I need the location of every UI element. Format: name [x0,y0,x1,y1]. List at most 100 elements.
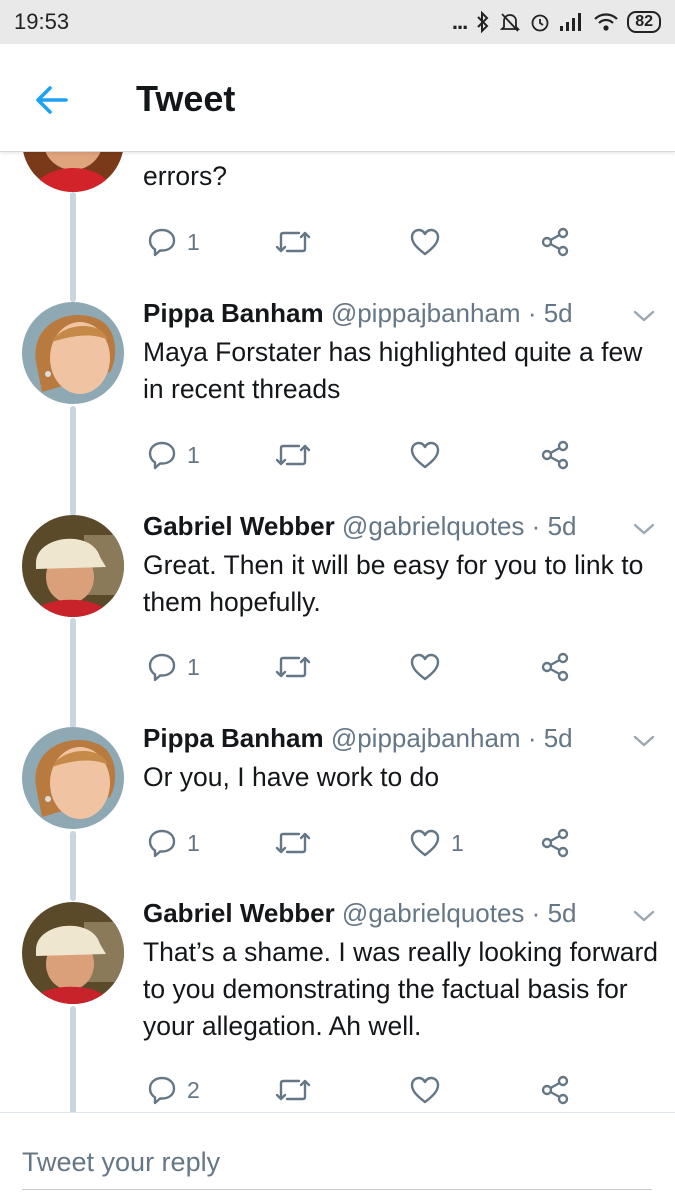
heart-icon [410,829,440,857]
retweet-action[interactable] [275,823,311,863]
like-action[interactable]: 1 [409,823,464,863]
reply-icon [148,1076,176,1105]
like-action[interactable] [409,435,451,475]
reply-icon [148,829,176,858]
like-action[interactable] [409,647,451,687]
status-icons: ... 82 [452,9,661,35]
tweet-actions: 1 1 [143,823,623,863]
reply-action[interactable]: 1 [147,222,200,262]
chevron-down-icon[interactable] [630,519,658,539]
author-name[interactable]: Gabriel Webber [143,511,335,541]
battery-indicator: 82 [627,11,661,33]
tweet-time: 5d [543,298,573,328]
reply-composer [0,1112,675,1200]
tweet-thread: errors? 1 Pippa Banham @pippajbanham · 5… [0,152,675,1112]
status-time: 19:53 [14,9,70,34]
page-title: Tweet [136,78,236,119]
author-name[interactable]: Gabriel Webber [143,898,335,928]
tweet-header: Pippa Banham @pippajbanham · 5d [143,298,573,329]
reply-count: 1 [187,441,200,468]
bell-off-icon [500,13,521,32]
reply-action[interactable]: 2 [147,1070,200,1110]
avatar[interactable] [22,902,124,1004]
chevron-down-icon[interactable] [630,731,658,751]
heart-icon [410,1076,440,1104]
thread-connector [70,1006,76,1112]
reply-action[interactable]: 1 [147,647,200,687]
author-name[interactable]: Pippa Banham [143,298,324,328]
separator-dot: · [531,898,541,928]
avatar[interactable] [22,152,124,192]
retweet-icon [275,656,311,678]
retweet-icon [275,1079,311,1101]
tweet-text: Great. Then it will be easy for you to l… [143,550,644,617]
avatar[interactable] [22,515,124,617]
separator-dot: · [527,723,537,753]
separator-dot: · [531,511,541,541]
status-bar: 19:53 ... 82 [0,0,675,44]
share-icon [541,227,569,257]
chevron-down-icon[interactable] [630,906,658,926]
tweet-header: Gabriel Webber @gabrielquotes · 5d [143,511,577,542]
tweet-text: That’s a shame. I was really looking for… [143,937,659,1041]
separator-dot: · [527,298,537,328]
reply-input[interactable] [22,1137,652,1187]
share-action[interactable] [539,222,571,262]
heart-icon [410,653,440,681]
heart-icon [410,228,440,256]
avatar[interactable] [22,302,124,404]
share-icon [541,440,569,470]
like-action[interactable] [409,1070,451,1110]
like-count: 1 [451,829,464,856]
author-handle[interactable]: @pippajbanham [331,723,521,753]
reply-action[interactable]: 1 [147,435,200,475]
author-handle[interactable]: @gabrielquotes [342,511,525,541]
reply-action[interactable]: 1 [147,823,200,863]
retweet-action[interactable] [275,222,311,262]
author-handle[interactable]: @pippajbanham [331,298,521,328]
tweet-actions: 1 [143,647,623,687]
tweet-time: 5d [543,723,573,753]
share-action[interactable] [539,647,571,687]
reply-icon [148,228,176,257]
share-icon [541,828,569,858]
avatar[interactable] [22,727,124,829]
share-action[interactable] [539,1070,571,1110]
tweet-header: Pippa Banham @pippajbanham · 5d [143,723,573,754]
reply-count: 1 [187,653,200,680]
more-notifications-indicator: ... [451,9,468,34]
chevron-down-icon[interactable] [630,306,658,326]
thread-connector [70,192,76,302]
thread-connector [70,618,76,728]
arrow-left-icon[interactable] [32,80,72,120]
share-icon [541,1075,569,1105]
retweet-action[interactable] [275,435,311,475]
alarm-icon [531,14,549,32]
retweet-action[interactable] [275,647,311,687]
reply-input-underline [22,1189,652,1190]
reply-count: 2 [187,1076,200,1103]
retweet-icon [275,444,311,466]
thread-connector [70,406,76,516]
heart-icon [410,441,440,469]
thread-connector [70,831,76,901]
tweet-text: Maya Forstater has highlighted quite a f… [143,337,643,404]
share-action[interactable] [539,823,571,863]
tweet-text: errors? [143,161,227,191]
author-name[interactable]: Pippa Banham [143,723,324,753]
retweet-action[interactable] [275,1070,311,1110]
reply-icon [148,441,176,470]
wifi-icon [594,13,618,31]
app-bar: Tweet [0,44,675,152]
retweet-icon [275,832,311,854]
tweet-header: Gabriel Webber @gabrielquotes · 5d [143,898,577,929]
share-icon [541,652,569,682]
like-action[interactable] [409,222,441,262]
tweet-actions: 1 [143,222,623,262]
tweet-actions: 2 [143,1070,623,1110]
tweet-actions: 1 [143,435,623,475]
share-action[interactable] [539,435,571,475]
author-handle[interactable]: @gabrielquotes [342,898,525,928]
bluetooth-icon [477,11,489,33]
signal-icon [560,13,582,31]
